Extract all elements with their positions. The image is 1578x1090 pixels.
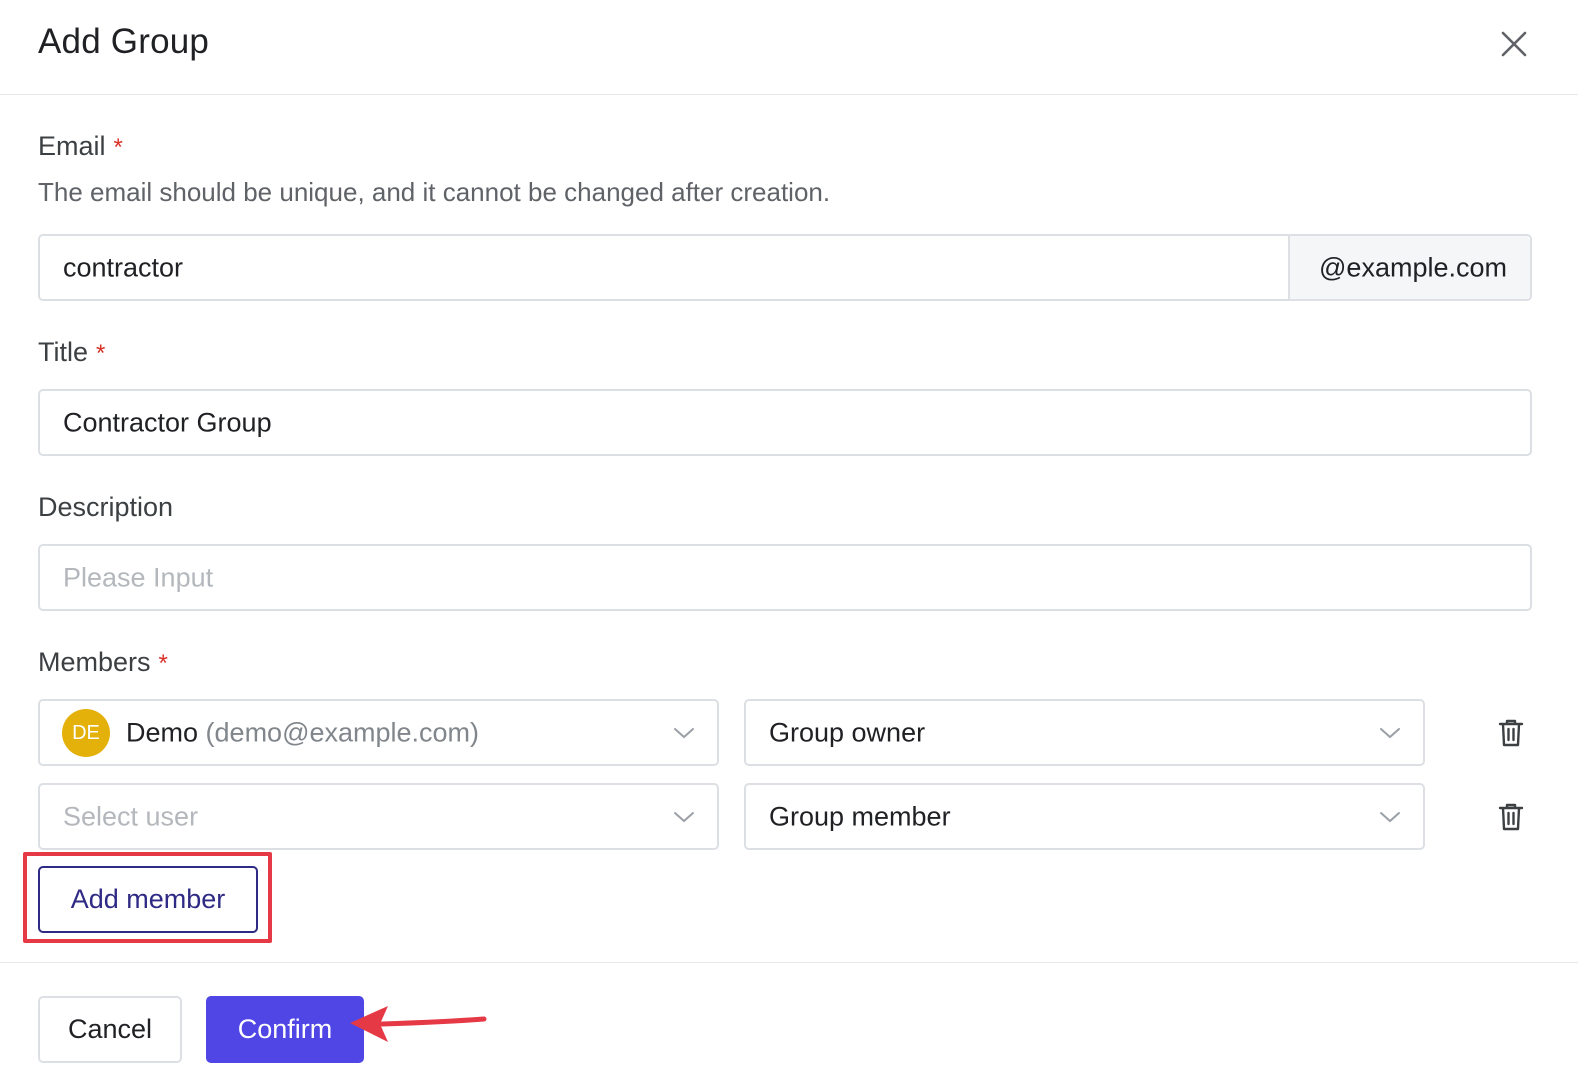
title-input[interactable]: Contractor Group [38,389,1532,456]
member-user-select[interactable]: DE Demo (demo@example.com) [38,699,719,766]
chevron-down-icon [674,811,694,822]
email-domain-addon: @example.com [1288,236,1530,299]
member-role-value: Group member [769,801,951,831]
title-input-value: Contractor Group [63,407,272,437]
description-placeholder: Please Input [63,562,214,592]
close-icon[interactable] [1496,26,1532,62]
dialog-header: Add Group [0,0,1578,95]
member-role-value: Group owner [769,717,926,747]
avatar: DE [62,708,110,757]
members-label: Members * [38,647,168,677]
email-domain-suffix: @example.com [1319,252,1507,282]
member-user-placeholder: Select user [63,801,199,831]
member-user-value: Demo (demo@example.com) [126,717,480,747]
title-label: Title * [38,337,106,367]
confirm-button[interactable]: Confirm [206,996,364,1063]
member-role-select[interactable]: Group owner [744,699,1425,766]
chevron-down-icon [1380,811,1400,822]
email-input-value: contractor [63,252,184,282]
member-role-select[interactable]: Group member [744,783,1425,850]
annotation-arrow-icon [350,1006,487,1042]
email-label: Email * [38,131,123,161]
description-label: Description [38,492,174,522]
dialog-title: Add Group [38,22,210,61]
required-mark: * [158,650,168,677]
member-user-select[interactable]: Select user [38,783,719,850]
cancel-button[interactable]: Cancel [38,996,182,1063]
description-input[interactable]: Please Input [38,544,1532,611]
trash-icon[interactable] [1497,802,1525,832]
required-mark: * [113,134,123,161]
add-member-button[interactable]: Add member [38,866,258,933]
email-hint: The email should be unique, and it canno… [38,177,831,207]
required-mark: * [96,340,106,367]
trash-icon[interactable] [1497,718,1525,748]
chevron-down-icon [1380,727,1400,738]
email-input[interactable]: contractor @example.com [38,234,1532,301]
chevron-down-icon [674,727,694,738]
footer-divider [0,962,1578,963]
